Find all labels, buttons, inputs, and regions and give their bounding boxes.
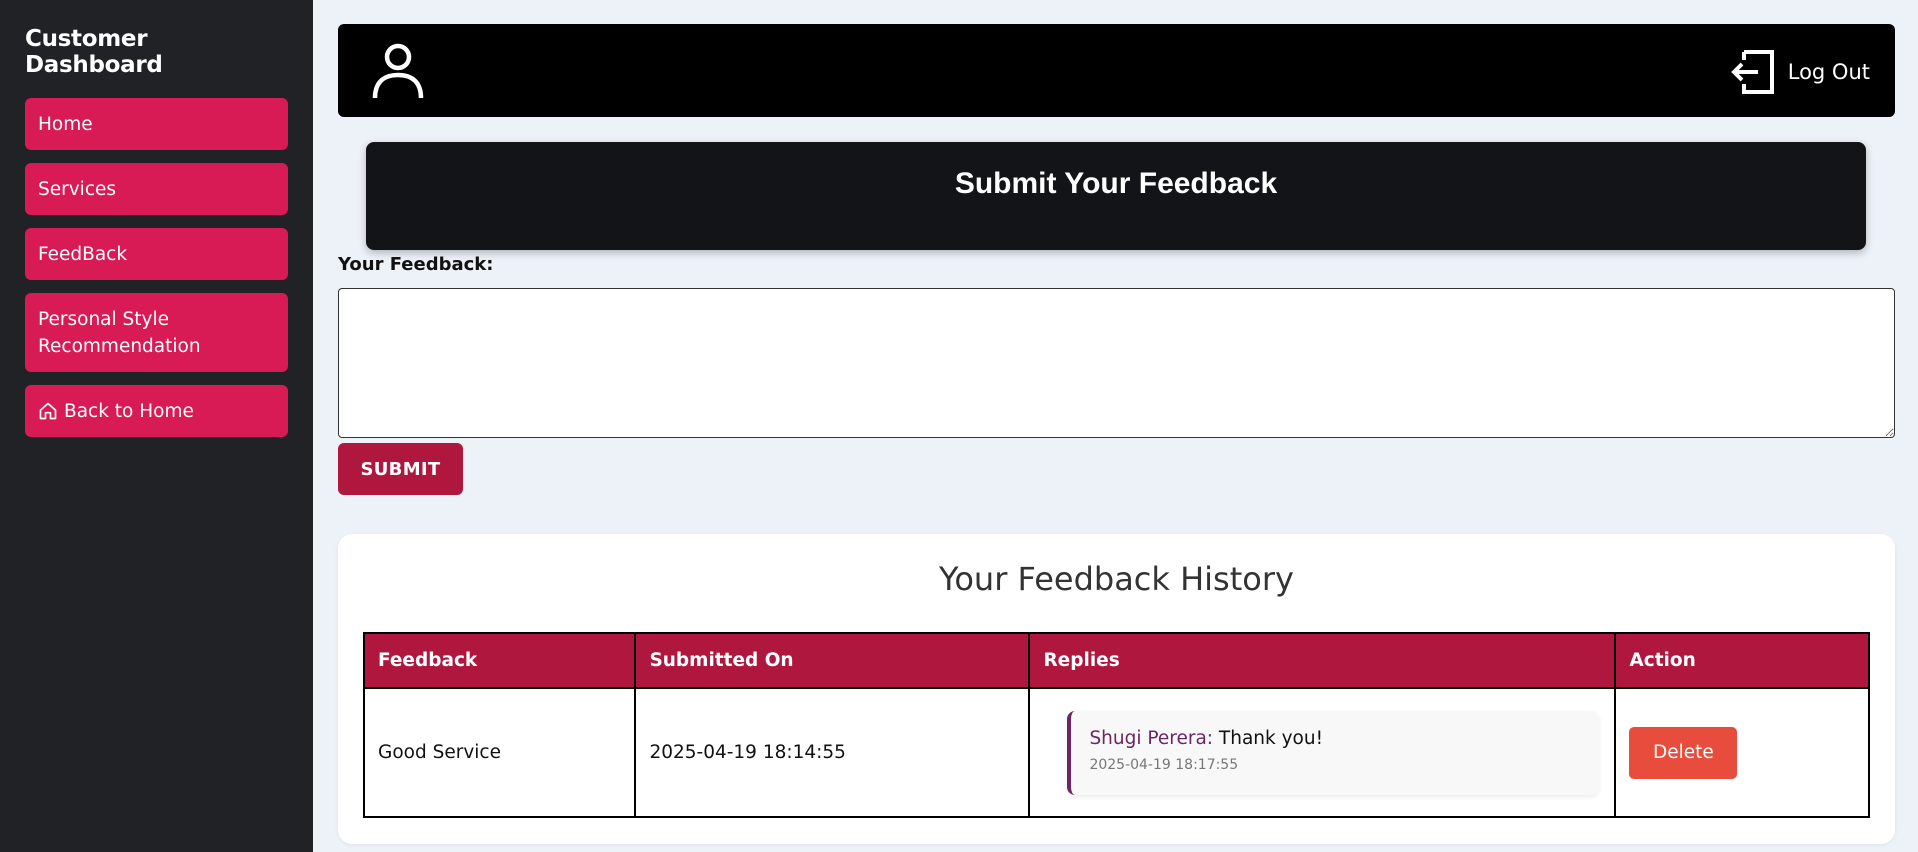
column-header-action: Action xyxy=(1614,632,1870,689)
feedback-history-table: Feedback Submitted On Replies Action Goo… xyxy=(362,632,1870,818)
column-header-replies: Replies xyxy=(1028,632,1617,689)
sidebar-item-personal-style[interactable]: Personal Style Recommendation xyxy=(25,293,288,372)
reply-box: Shugi Perera: Thank you! 2025-04-19 18:1… xyxy=(1067,710,1600,795)
table-header-row: Feedback Submitted On Replies Action xyxy=(362,632,1870,689)
reply-timestamp: 2025-04-19 18:17:55 xyxy=(1089,756,1239,773)
table-row: Good Service 2025-04-19 18:14:55 Shugi P… xyxy=(362,687,1870,818)
feedback-field-label: Your Feedback: xyxy=(338,254,494,275)
feedback-history-card: Your Feedback History Feedback Submitted… xyxy=(338,534,1895,844)
delete-button[interactable]: Delete xyxy=(1629,726,1738,779)
submit-button[interactable]: SUBMIT xyxy=(338,443,463,495)
logout-label: Log Out xyxy=(1787,60,1870,84)
reply-text: Thank you! xyxy=(1213,727,1324,749)
sidebar-item-label: Personal Style Recommendation xyxy=(38,308,201,357)
feedback-cell: Good Service xyxy=(362,687,637,818)
column-header-submitted-on: Submitted On xyxy=(634,632,1031,689)
sidebar-item-back-to-home[interactable]: Back to Home xyxy=(25,385,288,437)
user-icon[interactable] xyxy=(370,42,426,100)
page-title: Submit Your Feedback xyxy=(954,167,1278,200)
feedback-header-card: Submit Your Feedback xyxy=(366,142,1866,250)
sidebar-item-label: FeedBack xyxy=(38,243,128,265)
home-icon xyxy=(39,402,57,420)
column-header-feedback: Feedback xyxy=(362,632,637,689)
sidebar: Customer Dashboard Home Services FeedBac… xyxy=(0,0,313,852)
replies-cell: Shugi Perera: Thank you! 2025-04-19 18:1… xyxy=(1028,687,1617,818)
sidebar-item-home[interactable]: Home xyxy=(25,98,288,150)
top-bar: Log Out xyxy=(338,24,1895,117)
sidebar-item-feedback[interactable]: FeedBack xyxy=(25,228,288,280)
logout-icon xyxy=(1730,50,1774,94)
sidebar-item-label: Back to Home xyxy=(64,400,194,422)
action-cell: Delete xyxy=(1614,687,1870,818)
sidebar-item-label: Services xyxy=(38,178,117,200)
logout-button[interactable]: Log Out xyxy=(1730,48,1870,96)
sidebar-title: Customer Dashboard xyxy=(25,26,163,78)
sidebar-item-services[interactable]: Services xyxy=(25,163,288,215)
history-title: Your Feedback History xyxy=(939,560,1294,598)
submitted-on-cell: 2025-04-19 18:14:55 xyxy=(634,687,1031,818)
reply-author: Shugi Perera: xyxy=(1089,727,1214,749)
sidebar-item-label: Home xyxy=(38,113,93,135)
feedback-textarea[interactable] xyxy=(338,288,1895,438)
